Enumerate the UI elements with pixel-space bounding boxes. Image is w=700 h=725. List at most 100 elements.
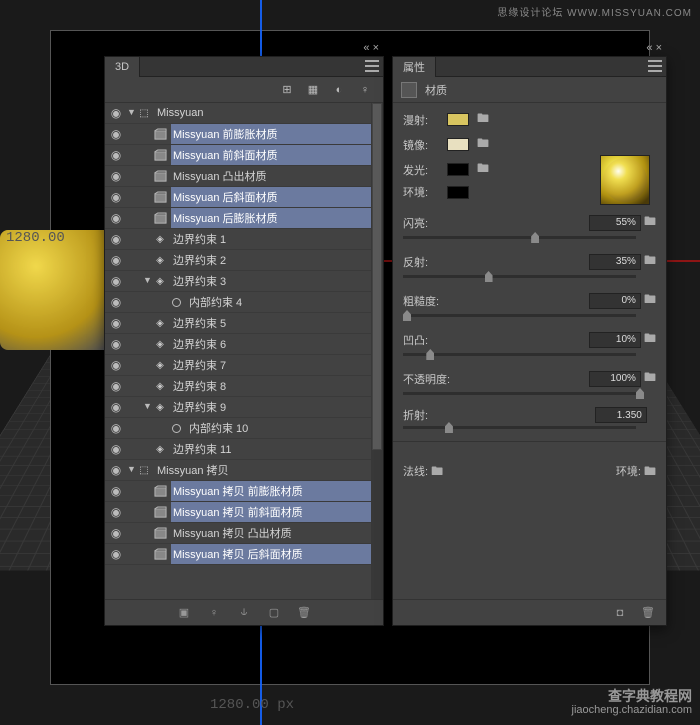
tab-properties[interactable]: 属性 bbox=[393, 57, 436, 77]
visibility-toggle-icon[interactable]: ◉ bbox=[105, 169, 127, 183]
texture-folder-icon[interactable]: 🖿 bbox=[644, 292, 656, 306]
tree-row[interactable]: ◉Missyuan 拷贝 前膨胀材质 bbox=[105, 481, 383, 502]
diffuse-swatch[interactable] bbox=[447, 113, 469, 126]
visibility-toggle-icon[interactable]: ◉ bbox=[105, 148, 127, 162]
slider-thumb[interactable] bbox=[403, 310, 411, 321]
slider-track[interactable] bbox=[403, 275, 636, 278]
slider-track[interactable] bbox=[403, 426, 636, 429]
visibility-toggle-icon[interactable]: ◉ bbox=[105, 463, 127, 477]
texture-folder-icon[interactable]: 🖿 bbox=[644, 214, 656, 228]
mesh-preview-3d[interactable] bbox=[0, 230, 120, 350]
texture-folder-icon[interactable]: 🖿 bbox=[644, 370, 656, 384]
visibility-toggle-icon[interactable]: ◉ bbox=[105, 127, 127, 141]
visibility-toggle-icon[interactable]: ◉ bbox=[105, 274, 127, 288]
visibility-toggle-icon[interactable]: ◉ bbox=[105, 505, 127, 519]
emissive-texture-icon[interactable]: 🖿 bbox=[477, 159, 495, 180]
specular-swatch[interactable] bbox=[447, 138, 469, 151]
tree-scrollbar[interactable] bbox=[371, 103, 383, 599]
filter-mesh-icon[interactable]: ▦ bbox=[305, 82, 321, 98]
new-mesh-icon[interactable]: ▢ bbox=[266, 605, 282, 621]
environment-texture-icon[interactable]: 🖿 bbox=[644, 464, 656, 478]
tree-row[interactable]: ◉▼⬚Missyuan bbox=[105, 103, 383, 124]
visibility-toggle-icon[interactable]: ◉ bbox=[105, 295, 127, 309]
slider-thumb[interactable] bbox=[485, 271, 493, 282]
visibility-toggle-icon[interactable]: ◉ bbox=[105, 526, 127, 540]
render-icon[interactable]: ▣ bbox=[176, 605, 192, 621]
disclosure-arrow-icon[interactable]: ▼ bbox=[127, 464, 137, 474]
emissive-swatch[interactable] bbox=[447, 163, 469, 176]
delete-icon[interactable]: 🗑 bbox=[296, 605, 312, 621]
tree-row[interactable]: ◉▼◈边界约束 9 bbox=[105, 397, 383, 418]
slider-thumb[interactable] bbox=[445, 422, 453, 433]
tree-row[interactable]: ◉Missyuan 后斜面材质 bbox=[105, 187, 383, 208]
visibility-toggle-icon[interactable]: ◉ bbox=[105, 337, 127, 351]
tree-row[interactable]: ◉Missyuan 拷贝 前斜面材质 bbox=[105, 502, 383, 523]
visibility-toggle-icon[interactable]: ◉ bbox=[105, 379, 127, 393]
tree-row[interactable]: ◉Missyuan 后膨胀材质 bbox=[105, 208, 383, 229]
ambient-swatch[interactable] bbox=[447, 186, 469, 199]
slider-track[interactable] bbox=[403, 236, 636, 239]
visibility-toggle-icon[interactable]: ◉ bbox=[105, 442, 127, 456]
tree-row[interactable]: ◉◈边界约束 7 bbox=[105, 355, 383, 376]
tree-row[interactable]: ◉Missyuan 拷贝 后斜面材质 bbox=[105, 544, 383, 565]
panel-flyout-icon[interactable]: « × bbox=[363, 42, 379, 54]
tree-row[interactable]: ◉◈边界约束 11 bbox=[105, 439, 383, 460]
tab-3d[interactable]: 3D bbox=[105, 57, 140, 77]
filter-material-icon[interactable]: ◐ bbox=[331, 82, 347, 98]
slider-track[interactable] bbox=[403, 392, 636, 395]
diffuse-texture-icon[interactable]: 🖿 bbox=[477, 109, 495, 130]
filter-light-icon[interactable]: ♀ bbox=[357, 82, 373, 98]
scene-tree[interactable]: ◉▼⬚Missyuan◉Missyuan 前膨胀材质◉Missyuan 前斜面材… bbox=[105, 103, 383, 599]
slider-value-input[interactable]: 35% bbox=[589, 254, 641, 270]
tree-row[interactable]: ◉◈边界约束 2 bbox=[105, 250, 383, 271]
disclosure-arrow-icon[interactable]: ▼ bbox=[143, 401, 153, 411]
tree-row[interactable]: ◉Missyuan 前膨胀材质 bbox=[105, 124, 383, 145]
slider-value-input[interactable]: 0% bbox=[589, 293, 641, 309]
new-light-icon[interactable]: ♀ bbox=[206, 605, 222, 621]
scrollbar-thumb[interactable] bbox=[372, 103, 382, 450]
visibility-toggle-icon[interactable]: ◉ bbox=[105, 316, 127, 330]
tree-row[interactable]: ◉Missyuan 前斜面材质 bbox=[105, 145, 383, 166]
tree-row[interactable]: ◉◈边界约束 1 bbox=[105, 229, 383, 250]
slider-thumb[interactable] bbox=[426, 349, 434, 360]
specular-texture-icon[interactable]: 🖿 bbox=[477, 134, 495, 155]
tree-row[interactable]: ◉◈边界约束 8 bbox=[105, 376, 383, 397]
visibility-toggle-icon[interactable]: ◉ bbox=[105, 190, 127, 204]
slider-thumb[interactable] bbox=[531, 232, 539, 243]
visibility-toggle-icon[interactable]: ◉ bbox=[105, 484, 127, 498]
texture-folder-icon[interactable]: 🖿 bbox=[644, 253, 656, 267]
panel-menu-icon[interactable] bbox=[648, 60, 662, 72]
slider-value-input[interactable]: 55% bbox=[589, 215, 641, 231]
tree-row[interactable]: ◉内部约束 4 bbox=[105, 292, 383, 313]
tree-row[interactable]: ◉▼◈边界约束 3 bbox=[105, 271, 383, 292]
slider-value-input[interactable]: 10% bbox=[589, 332, 641, 348]
tree-row[interactable]: ◉内部约束 10 bbox=[105, 418, 383, 439]
tree-row[interactable]: ◉◈边界约束 6 bbox=[105, 334, 383, 355]
visibility-toggle-icon[interactable]: ◉ bbox=[105, 232, 127, 246]
tree-row[interactable]: ◉◈边界约束 5 bbox=[105, 313, 383, 334]
panel-flyout-icon[interactable]: « × bbox=[646, 42, 662, 54]
normal-texture-icon[interactable]: 🖿 bbox=[431, 464, 443, 478]
tree-row[interactable]: ◉▼⬚Missyuan 拷贝 bbox=[105, 460, 383, 481]
disclosure-arrow-icon[interactable]: ▼ bbox=[127, 107, 137, 117]
slider-thumb[interactable] bbox=[636, 388, 644, 399]
panel-menu-icon[interactable] bbox=[365, 60, 379, 72]
slider-value-input[interactable]: 1.350 bbox=[595, 407, 647, 423]
slider-value-input[interactable]: 100% bbox=[589, 371, 641, 387]
new-camera-icon[interactable]: ⫝ bbox=[236, 605, 252, 621]
tree-row[interactable]: ◉Missyuan 拷贝 凸出材质 bbox=[105, 523, 383, 544]
material-type-icon[interactable] bbox=[401, 82, 417, 98]
visibility-toggle-icon[interactable]: ◉ bbox=[105, 547, 127, 561]
material-preview[interactable] bbox=[600, 155, 650, 205]
visibility-toggle-icon[interactable]: ◉ bbox=[105, 211, 127, 225]
slider-track[interactable] bbox=[403, 314, 636, 317]
visibility-toggle-icon[interactable]: ◉ bbox=[105, 106, 127, 120]
visibility-toggle-icon[interactable]: ◉ bbox=[105, 400, 127, 414]
filter-all-icon[interactable]: ⊞ bbox=[279, 82, 295, 98]
tree-row[interactable]: ◉Missyuan 凸出材质 bbox=[105, 166, 383, 187]
visibility-toggle-icon[interactable]: ◉ bbox=[105, 358, 127, 372]
disclosure-arrow-icon[interactable]: ▼ bbox=[143, 275, 153, 285]
texture-folder-icon[interactable]: 🖿 bbox=[644, 331, 656, 345]
visibility-toggle-icon[interactable]: ◉ bbox=[105, 253, 127, 267]
delete-icon[interactable]: 🗑 bbox=[640, 605, 656, 621]
